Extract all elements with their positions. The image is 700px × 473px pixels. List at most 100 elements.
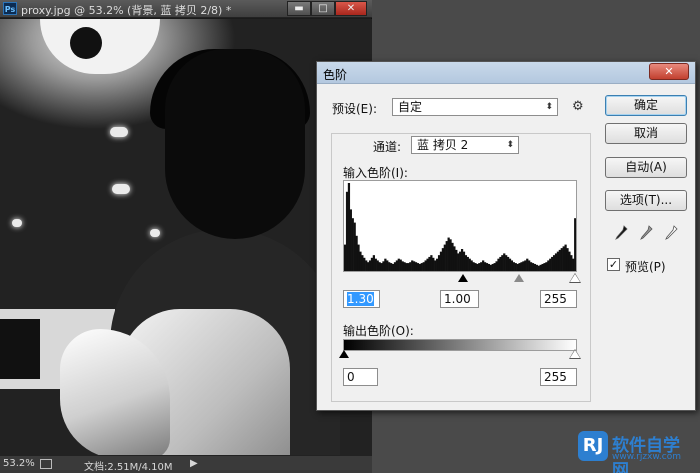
preset-select[interactable]: 自定 ⬍: [392, 98, 558, 116]
white-eyedropper-icon[interactable]: [664, 225, 678, 241]
histogram-bar: [533, 263, 537, 271]
histogram-bar: [367, 262, 370, 271]
input-black-field[interactable]: 1.30: [343, 290, 380, 308]
auto-button[interactable]: 自动(A): [605, 157, 687, 178]
black-eyedropper-icon[interactable]: [614, 225, 628, 241]
histogram-bar: [522, 261, 525, 271]
histogram-bar: [353, 222, 356, 271]
gear-icon[interactable]: ⚙: [572, 99, 584, 114]
histogram-bar: [476, 263, 479, 271]
white-point-handle[interactable]: [569, 273, 581, 283]
output-white-handle[interactable]: [569, 349, 581, 359]
export-icon[interactable]: [40, 459, 52, 469]
output-black-handle[interactable]: [339, 350, 349, 359]
preset-value: 自定: [398, 100, 423, 114]
histogram-bar: [365, 260, 368, 271]
light: [112, 184, 130, 194]
histogram-bar: [376, 260, 379, 271]
histogram-bar: [384, 258, 387, 271]
histogram-bar: [520, 262, 523, 271]
histogram-bar: [572, 258, 575, 271]
updown-arrow-icon: ⬍: [545, 102, 553, 112]
cancel-button[interactable]: 取消: [605, 123, 687, 144]
histogram-bar: [382, 261, 385, 271]
channel-select[interactable]: 蓝 拷贝 2 ⬍: [411, 136, 519, 154]
gamma-triangle: [514, 274, 524, 282]
histogram-bar: [554, 253, 558, 271]
histogram-bar: [397, 258, 400, 271]
input-levels-slider[interactable]: [343, 272, 581, 284]
histogram-bar: [414, 262, 418, 271]
input-gamma-field[interactable]: 1.00: [440, 290, 479, 308]
preset-label: 预设(E):: [332, 102, 377, 116]
histogram-bar: [545, 262, 548, 271]
histogram-bar: [499, 256, 502, 271]
histogram-bar: [524, 260, 527, 271]
preview-checkbox[interactable]: ✓: [607, 258, 620, 271]
document-titlebar[interactable]: Ps proxy.jpg @ 53.2% (背景, 蓝 拷贝 2/8) * ▬ …: [0, 0, 372, 18]
output-black-field[interactable]: 0: [343, 368, 378, 386]
document-size: 文档:2.51M/4.10M: [84, 462, 173, 473]
histogram-bar: [497, 258, 500, 271]
histogram-bar: [413, 261, 416, 271]
input-white-field[interactable]: 255: [540, 290, 577, 308]
histogram-bar: [518, 263, 521, 271]
minimize-button[interactable]: ▬: [287, 1, 311, 16]
document-title: proxy.jpg @ 53.2% (背景, 蓝 拷贝 2/8) *: [21, 4, 232, 17]
preview-label: 预览(P): [625, 260, 666, 274]
histogram-bar: [468, 258, 471, 271]
output-white-field[interactable]: 255: [540, 368, 577, 386]
histogram-bar: [560, 248, 563, 271]
histogram-bar: [464, 255, 468, 271]
histogram-bar: [529, 262, 533, 271]
status-menu-arrow-icon[interactable]: ▶: [190, 458, 198, 469]
histogram-bar: [399, 259, 402, 271]
histogram-bar: [407, 263, 410, 271]
histogram-bar: [374, 258, 377, 271]
histogram-bar: [543, 263, 546, 271]
black-point-handle[interactable]: [458, 274, 468, 283]
close-button[interactable]: ✕: [335, 1, 367, 16]
histogram-bar: [409, 262, 412, 271]
histogram-bar: [566, 248, 569, 271]
dialog-title: 色阶: [323, 68, 348, 82]
input-black-value: 1.30: [347, 292, 374, 306]
output-black-triangle: [339, 350, 349, 358]
gamma-handle[interactable]: [514, 274, 524, 283]
options-button[interactable]: 选项(T)...: [605, 190, 687, 211]
histogram-bar: [485, 263, 489, 271]
gray-eyedropper-icon[interactable]: [639, 225, 653, 241]
histogram-bar: [445, 241, 448, 271]
histogram-bar: [556, 251, 560, 271]
histogram-graph: [344, 183, 576, 271]
histogram-bar: [420, 263, 423, 271]
histogram-bar: [541, 263, 544, 271]
output-levels-slider[interactable]: [339, 349, 581, 360]
histogram-bar: [395, 260, 398, 271]
histogram-bar: [531, 263, 535, 271]
background-sign-letter: [0, 319, 40, 379]
histogram-bar: [535, 264, 538, 271]
histogram-bar: [403, 262, 406, 271]
histogram-bar: [506, 256, 510, 271]
levels-dialog: 色阶 ✕ 预设(E): 自定 ⬍ ⚙ 确定 取消 自动(A) 选项(T)... …: [316, 61, 696, 411]
histogram-bar: [501, 255, 504, 271]
dialog-titlebar[interactable]: 色阶 ✕: [317, 62, 695, 84]
histogram-bar: [562, 246, 565, 271]
maximize-button[interactable]: □: [311, 1, 335, 16]
input-levels-label: 输入色阶(I):: [343, 166, 408, 180]
dialog-close-button[interactable]: ✕: [649, 63, 689, 80]
zoom-level[interactable]: 53.2%: [3, 458, 35, 469]
light: [150, 229, 160, 237]
histogram-bar: [470, 260, 473, 271]
light: [110, 127, 128, 137]
histogram-bar: [574, 218, 576, 271]
histogram-bar: [432, 257, 435, 271]
histogram-bar: [416, 263, 420, 271]
ok-button[interactable]: 确定: [605, 95, 687, 116]
histogram-bar: [570, 255, 573, 271]
histogram-bar: [390, 263, 393, 271]
histogram-bar: [355, 235, 358, 271]
histogram-bar: [512, 262, 515, 271]
histogram-bar: [539, 264, 542, 271]
